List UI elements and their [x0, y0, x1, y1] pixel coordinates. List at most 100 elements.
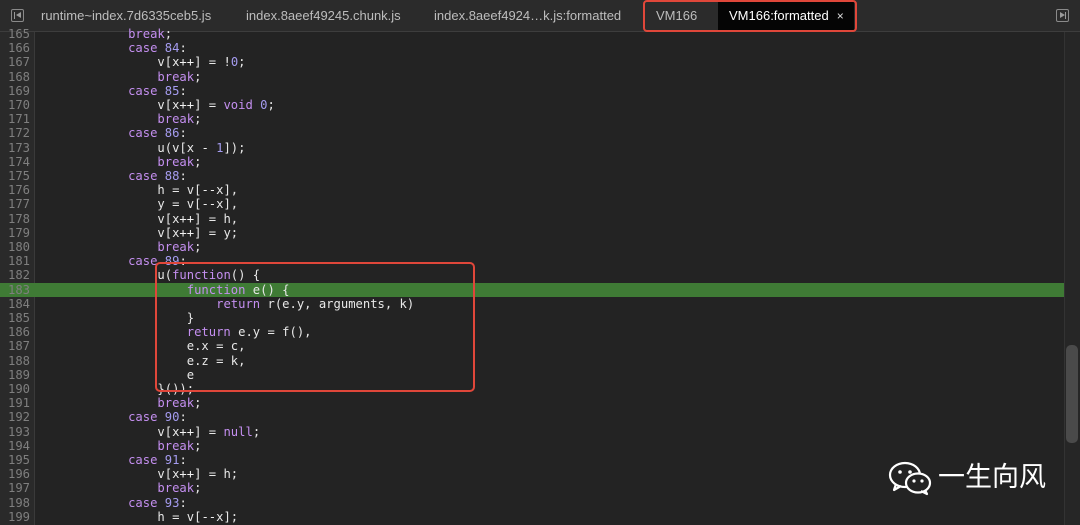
code-text: case 88:: [40, 169, 187, 183]
code-line[interactable]: 168 break;: [0, 70, 1064, 84]
code-token: v[x: [40, 211, 180, 226]
line-number[interactable]: 178: [0, 212, 30, 226]
code-token: v[x: [40, 98, 180, 112]
code-token: ;: [194, 240, 202, 254]
code-token: ;: [194, 69, 202, 84]
code-line[interactable]: 166 case 84:: [0, 41, 1064, 55]
code-token: :: [179, 453, 187, 467]
code-text: v[x++] = null;: [40, 425, 260, 439]
line-number[interactable]: 166: [0, 41, 30, 55]
code-token: !: [223, 55, 231, 70]
number-token: 0: [260, 98, 268, 112]
line-number[interactable]: 176: [0, 183, 30, 197]
code-editor[interactable]: 165 break; 166 case 84: 167 v[x++] = !0; 16…: [0, 27, 1080, 525]
toggle-navigator-icon[interactable]: [11, 9, 24, 22]
code-line[interactable]: 170 v[x++] = void 0;: [0, 98, 1064, 112]
line-number[interactable]: 186: [0, 325, 30, 339]
line-number[interactable]: 196: [0, 467, 30, 481]
code-line[interactable]: 167 v[x++] = !0;: [0, 55, 1064, 69]
code-line[interactable]: 174 break;: [0, 155, 1064, 169]
line-number[interactable]: 171: [0, 112, 30, 126]
line-number[interactable]: 167: [0, 55, 30, 69]
code-token: v[x: [40, 424, 180, 439]
line-number[interactable]: 188: [0, 354, 30, 368]
line-number[interactable]: 198: [0, 496, 30, 510]
code-line[interactable]: 192 case 90:: [0, 410, 1064, 424]
watermark: 一生向风: [888, 460, 1048, 496]
code-token: ;: [238, 55, 246, 70]
line-number[interactable]: 183: [0, 283, 30, 297]
code-line[interactable]: 180 break;: [0, 240, 1064, 254]
line-number[interactable]: 172: [0, 126, 30, 140]
line-number[interactable]: 168: [0, 70, 30, 84]
code-line[interactable]: 176 h = v[--x],: [0, 183, 1064, 197]
line-number[interactable]: 170: [0, 98, 30, 112]
code-text: break;: [40, 27, 172, 41]
keyword-token: void: [223, 98, 253, 112]
code-line[interactable]: 173 u(v[x - 1]);: [0, 141, 1064, 155]
line-number[interactable]: 174: [0, 155, 30, 169]
code-token: u(v[x: [40, 140, 202, 155]
line-number[interactable]: 180: [0, 240, 30, 254]
code-token: ++: [179, 225, 195, 240]
line-number[interactable]: 182: [0, 268, 30, 282]
code-line[interactable]: 175 case 88:: [0, 169, 1064, 183]
code-text: v[x++] = h;: [40, 467, 238, 481]
line-number[interactable]: 177: [0, 197, 30, 211]
code-text: h = v[--x];: [40, 510, 238, 524]
line-number[interactable]: 181: [0, 254, 30, 268]
code-token: :: [179, 410, 187, 425]
toggle-debugger-icon[interactable]: [1056, 9, 1069, 22]
number-token: 91: [164, 453, 180, 467]
line-number[interactable]: 193: [0, 425, 30, 439]
line-number[interactable]: 199: [0, 510, 30, 524]
code-line[interactable]: 169 case 85:: [0, 84, 1064, 98]
line-number[interactable]: 187: [0, 339, 30, 353]
scrollbar-thumb[interactable]: [1066, 345, 1078, 443]
code-token: y = v[: [40, 197, 202, 212]
vertical-scrollbar[interactable]: [1064, 32, 1080, 525]
watermark-text: 一生向风: [938, 462, 1046, 493]
line-number[interactable]: 197: [0, 481, 30, 495]
code-token: x];: [216, 509, 239, 524]
code-token: ;: [194, 112, 202, 127]
code-token: ] = y;: [194, 225, 239, 240]
code-token: ;: [252, 424, 261, 439]
line-number[interactable]: 189: [0, 368, 30, 382]
code-token: ++: [179, 55, 195, 70]
code-token: ;: [194, 438, 202, 453]
line-number[interactable]: 185: [0, 311, 30, 325]
line-number[interactable]: 175: [0, 169, 30, 183]
line-number[interactable]: 173: [0, 141, 30, 155]
code-line[interactable]: 165 break;: [0, 27, 1064, 41]
line-number[interactable]: 194: [0, 439, 30, 453]
number-token: 90: [164, 410, 180, 425]
code-line[interactable]: 171 break;: [0, 112, 1064, 126]
number-token: 88: [164, 169, 180, 183]
code-line[interactable]: 172 case 86:: [0, 126, 1064, 140]
line-number[interactable]: 184: [0, 297, 30, 311]
code-line[interactable]: 191 break;: [0, 396, 1064, 410]
line-number[interactable]: 192: [0, 410, 30, 424]
line-number[interactable]: 179: [0, 226, 30, 240]
code-line[interactable]: 177 y = v[--x],: [0, 197, 1064, 211]
code-line[interactable]: 199 h = v[--x];: [0, 510, 1064, 524]
code-line[interactable]: 198 case 93:: [0, 496, 1064, 510]
line-number[interactable]: 195: [0, 453, 30, 467]
line-number[interactable]: 191: [0, 396, 30, 410]
code-line[interactable]: 178 v[x++] = h,: [0, 212, 1064, 226]
code-line[interactable]: 193 v[x++] = null;: [0, 425, 1064, 439]
code-token: :: [179, 169, 187, 183]
line-number[interactable]: 165: [0, 27, 30, 41]
code-line[interactable]: 179 v[x++] = y;: [0, 226, 1064, 240]
line-number[interactable]: 169: [0, 84, 30, 98]
code-line[interactable]: 194 break;: [0, 439, 1064, 453]
line-number[interactable]: 190: [0, 382, 30, 396]
